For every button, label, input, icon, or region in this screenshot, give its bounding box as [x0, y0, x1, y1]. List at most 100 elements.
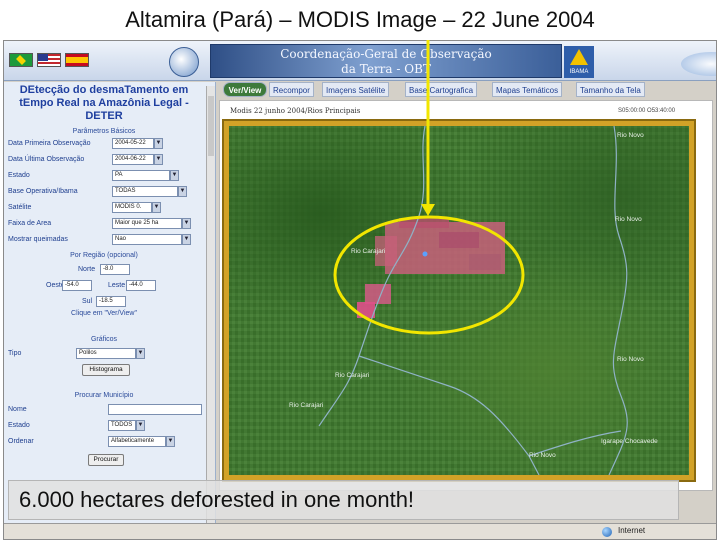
- search-municipality-button[interactable]: Procurar: [88, 454, 124, 466]
- chevron-down-icon[interactable]: ▼: [178, 186, 187, 197]
- internet-zone-icon: [602, 527, 612, 537]
- satellite-label: Satélite: [8, 204, 32, 211]
- map-layer: [318, 126, 628, 475]
- last-observation-label: Data Última Observação: [8, 156, 85, 163]
- municipality-state-select[interactable]: TODOS: [108, 420, 136, 431]
- charts-heading: Gráficos: [90, 336, 118, 343]
- name-row: Nome: [8, 404, 204, 416]
- last-observation-row: Data Última Observação 2004-06-22 ▼: [8, 154, 204, 166]
- area-range-label: Faixa de Area: [8, 220, 52, 227]
- river-label: Rio Novo: [617, 356, 644, 363]
- satellite-map[interactable]: Rio Novo Rio Novo Rio Carajari Rio Novo …: [222, 119, 696, 482]
- deter-control-panel: DEtecção do desmaTamento em tEmpo Real n…: [4, 82, 216, 539]
- show-fires-row: Mostrar queimadas Nao ▼: [8, 234, 204, 246]
- inpe-logo: [169, 47, 199, 77]
- tab-base-cartografica[interactable]: Base Cartografica: [405, 82, 478, 97]
- river-label: Igarape Chocavede: [601, 438, 658, 445]
- chevron-down-icon[interactable]: ▼: [154, 138, 163, 149]
- region-hint: Clique em "Ver/View": [71, 310, 137, 317]
- municipality-state-label: Estado: [8, 422, 30, 429]
- show-fires-label: Mostrar queimadas: [8, 236, 68, 243]
- south-input[interactable]: -18.5: [96, 296, 126, 307]
- operative-base-label: Base Operativa/Ibama: [8, 188, 78, 195]
- satellite-select[interactable]: MODIS 0.: [112, 202, 152, 213]
- chevron-down-icon[interactable]: ▼: [152, 202, 161, 213]
- security-zone-label: Internet: [618, 526, 646, 535]
- browser-window: Coordenação-Geral de Observação da Terra…: [3, 40, 717, 540]
- municipality-state-row: Estado TODOS ▼: [8, 420, 204, 432]
- municipality-name-input[interactable]: [108, 404, 202, 415]
- chart-type-label: Tipo: [8, 350, 22, 357]
- chevron-down-icon[interactable]: ▼: [170, 170, 179, 181]
- status-bar: Internet: [4, 523, 716, 539]
- chevron-down-icon[interactable]: ▼: [166, 436, 175, 447]
- chevron-down-icon[interactable]: ▼: [182, 218, 191, 229]
- map-coordinates: S05:00:00 O53:40:00: [618, 108, 676, 114]
- state-select[interactable]: PA: [112, 170, 170, 181]
- map-window: Modis 22 junho 2004/Rios Principais S05:…: [219, 100, 713, 491]
- municipality-heading: Procurar Município: [74, 392, 134, 399]
- histogram-button[interactable]: Histograma: [82, 364, 130, 376]
- north-input[interactable]: -8.0: [100, 264, 130, 275]
- brazil-flag-icon[interactable]: [9, 53, 33, 67]
- banner-title-box: Coordenação-Geral de Observação da Terra…: [210, 44, 716, 78]
- tab-bar: Ver/View Recompor Imaçens Satélite Base …: [219, 82, 716, 98]
- chevron-down-icon[interactable]: ▼: [136, 348, 145, 359]
- name-label: Nome: [8, 406, 27, 413]
- chart-type-row: Tipo Polilos ▼: [8, 348, 204, 360]
- north-row: Norte -8.0: [8, 264, 204, 276]
- first-observation-select[interactable]: 2004-05-22: [112, 138, 154, 149]
- north-label: Norte: [78, 266, 96, 273]
- banner-title-line1: Coordenação-Geral de Observação: [280, 47, 492, 61]
- south-row: Sul -18.5: [8, 296, 204, 308]
- first-observation-row: Data Primeira Observação 2004-05-22 ▼: [8, 138, 204, 150]
- tab-mapas-tematicos[interactable]: Mapas Temáticos: [492, 82, 563, 97]
- east-input[interactable]: -44.0: [126, 280, 156, 291]
- usa-flag-icon[interactable]: [37, 53, 61, 67]
- chevron-down-icon[interactable]: ▼: [154, 154, 163, 165]
- spain-flag-icon[interactable]: [65, 53, 89, 67]
- chart-type-select[interactable]: Polilos: [76, 348, 136, 359]
- map-marker-icon[interactable]: [422, 251, 428, 257]
- panel-scrollbar[interactable]: [206, 86, 215, 539]
- last-observation-select[interactable]: 2004-06-22: [112, 154, 154, 165]
- area-range-select[interactable]: Maior que 25 ha: [112, 218, 182, 229]
- panel-heading: DEtecção do desmaTamento em tEmpo Real n…: [19, 84, 189, 122]
- river-label: Rio Carajari: [351, 248, 386, 255]
- river-label: Rio Carajari: [289, 402, 324, 409]
- map-caption: Modis 22 junho 2004/Rios Principais: [230, 107, 361, 115]
- sort-select[interactable]: Alfabeticamente: [108, 436, 166, 447]
- slide-title: Altamira (Pará) – MODIS Image – 22 June …: [0, 0, 720, 40]
- west-input[interactable]: -54.0: [62, 280, 92, 291]
- ibama-logo: IBAMA: [564, 46, 594, 78]
- banner-title-line2: da Terra - OBT: [341, 62, 431, 76]
- tab-recompor[interactable]: Recompor: [269, 82, 314, 97]
- chevron-down-icon[interactable]: ▼: [182, 234, 191, 245]
- basic-params-heading: Parâmetros Básicos: [72, 128, 136, 135]
- satellite-row: Satélite MODIS 0. ▼: [8, 202, 204, 214]
- tab-imagens-satelite[interactable]: Imaçens Satélite: [322, 82, 390, 97]
- state-label: Estado: [8, 172, 30, 179]
- region-heading: Por Região (opcional): [70, 252, 138, 259]
- show-fires-select[interactable]: Nao: [112, 234, 182, 245]
- caption-box: 6.000 hectares deforested in one month!: [8, 480, 679, 520]
- west-east-row: Oeste -54.0 Leste -44.0: [8, 280, 204, 292]
- first-observation-label: Data Primeira Observação: [8, 140, 91, 147]
- deforestation-area: [357, 218, 505, 318]
- obt-logo: [681, 52, 716, 76]
- tab-ver-view[interactable]: Ver/View: [223, 82, 267, 97]
- east-label: Leste: [108, 282, 126, 289]
- south-label: Sul: [82, 298, 93, 305]
- site-banner: Coordenação-Geral de Observação da Terra…: [4, 41, 716, 81]
- operative-base-row: Base Operativa/Ibama TODAS ▼: [8, 186, 204, 198]
- tab-tamanho-tela[interactable]: Tamanho da Tela: [576, 82, 645, 97]
- slide-caption: 6.000 hectares deforested in one month!: [19, 487, 415, 512]
- river-label: Rio Novo: [615, 216, 642, 223]
- operative-base-select[interactable]: TODAS: [112, 186, 178, 197]
- river-label: Rio Novo: [617, 132, 644, 139]
- state-row: Estado PA ▼: [8, 170, 204, 182]
- sort-row: Ordenar Alfabeticamente ▼: [8, 436, 204, 448]
- chevron-down-icon[interactable]: ▼: [136, 420, 145, 431]
- river-label: Rio Carajari: [335, 372, 370, 379]
- river-label: Rio Novo: [529, 452, 556, 459]
